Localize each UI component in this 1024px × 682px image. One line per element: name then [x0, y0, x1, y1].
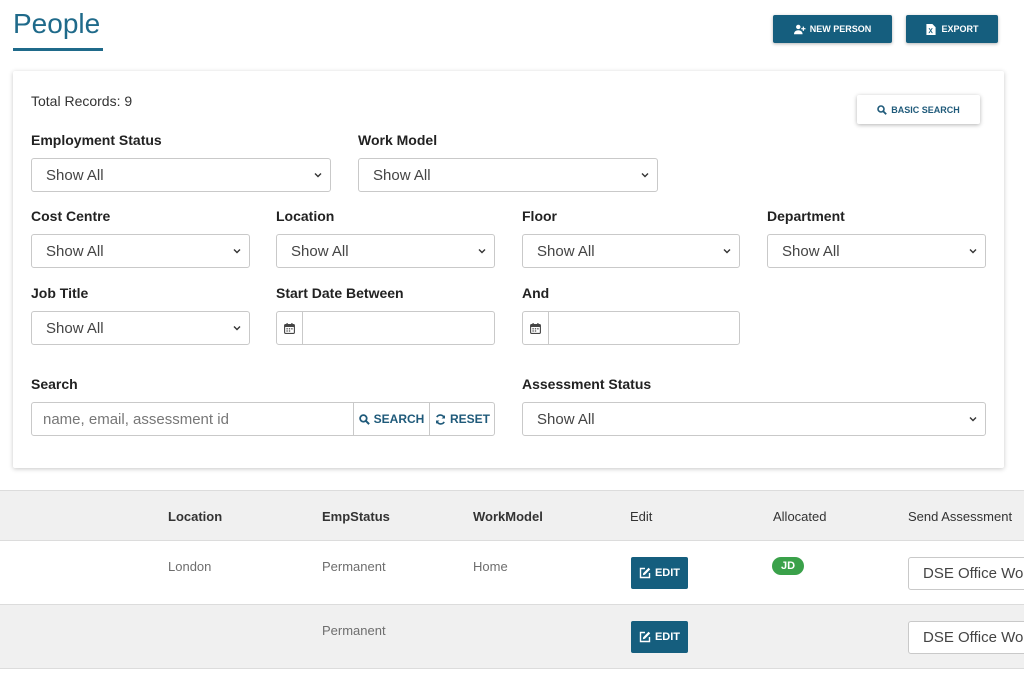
cell-location: London: [168, 559, 212, 574]
location-select[interactable]: Show All: [276, 234, 495, 268]
total-records: Total Records: 9: [31, 93, 133, 109]
edit-icon: [639, 567, 651, 579]
chevron-down-icon: [969, 417, 977, 422]
employment-status-value: Show All: [46, 166, 104, 184]
column-header-workmodel[interactable]: WorkModel: [473, 509, 543, 524]
location-value: Show All: [291, 242, 349, 260]
edit-label: EDIT: [654, 631, 681, 643]
cost-centre-value: Show All: [46, 242, 104, 260]
job-title-value: Show All: [46, 319, 104, 337]
end-date-label: And: [522, 285, 550, 301]
chevron-down-icon: [314, 173, 322, 178]
allocated-badge: JD: [772, 557, 804, 575]
new-person-label: NEW PERSON: [809, 24, 872, 34]
assessment-status-value: Show All: [537, 410, 595, 428]
chevron-down-icon: [723, 249, 731, 254]
location-label: Location: [276, 208, 335, 224]
work-model-label: Work Model: [358, 132, 438, 148]
reset-button[interactable]: RESET: [429, 403, 495, 435]
search-icon: [358, 413, 370, 425]
column-header-allocated: Allocated: [773, 509, 827, 524]
floor-value: Show All: [537, 242, 595, 260]
column-header-send-assessment: Send Assessment: [908, 509, 1013, 524]
department-label: Department: [767, 208, 845, 224]
filter-panel: Total Records: 9 BASIC SEARCH Employment…: [13, 71, 1004, 468]
chevron-down-icon: [233, 249, 241, 254]
search-button-label: SEARCH: [373, 412, 425, 426]
assessment-status-select[interactable]: Show All: [522, 402, 986, 436]
reset-button-label: RESET: [449, 412, 490, 426]
chevron-down-icon: [969, 249, 977, 254]
chevron-down-icon: [478, 249, 486, 254]
new-person-button[interactable]: NEW PERSON: [773, 15, 892, 43]
basic-search-button[interactable]: BASIC SEARCH: [857, 95, 980, 124]
basic-search-label: BASIC SEARCH: [891, 104, 960, 115]
calendar-icon[interactable]: [523, 312, 549, 344]
column-header-location[interactable]: Location: [168, 509, 222, 524]
cost-centre-select[interactable]: Show All: [31, 234, 250, 268]
title-underline: [13, 48, 103, 51]
employment-status-label: Employment Status: [31, 132, 162, 148]
search-group: SEARCH RESET: [31, 402, 495, 436]
send-assessment-select[interactable]: DSE Office Worker: [908, 557, 1024, 590]
export-label: EXPORT: [941, 24, 979, 34]
column-header-edit: Edit: [630, 509, 653, 524]
job-title-label: Job Title: [31, 285, 89, 301]
work-model-select[interactable]: Show All: [358, 158, 658, 192]
department-select[interactable]: Show All: [767, 234, 986, 268]
chevron-down-icon: [233, 326, 241, 331]
edit-label: EDIT: [654, 567, 681, 579]
department-value: Show All: [782, 242, 840, 260]
search-button[interactable]: SEARCH: [353, 403, 429, 435]
floor-select[interactable]: Show All: [522, 234, 740, 268]
floor-label: Floor: [522, 208, 557, 224]
table-header: Location EmpStatus WorkModel Edit Alloca…: [0, 490, 1024, 541]
search-label: Search: [31, 376, 78, 392]
add-user-icon: [793, 24, 806, 34]
employment-status-select[interactable]: Show All: [31, 158, 331, 192]
cell-empstatus: Permanent: [322, 559, 386, 574]
refresh-icon: [435, 413, 445, 425]
end-date-field[interactable]: [522, 311, 740, 345]
search-icon: [877, 104, 888, 115]
table-row: Permanent EDIT DSE Office Worker: [0, 605, 1024, 669]
chevron-down-icon: [641, 173, 649, 178]
cell-empstatus: Permanent: [322, 623, 386, 638]
send-assessment-select[interactable]: DSE Office Worker: [908, 621, 1024, 654]
search-input[interactable]: [32, 403, 353, 435]
start-date-label: Start Date Between: [276, 285, 404, 301]
excel-file-icon: [926, 23, 937, 35]
start-date-field[interactable]: [276, 311, 495, 345]
edit-button[interactable]: EDIT: [631, 621, 688, 653]
cost-centre-label: Cost Centre: [31, 208, 111, 224]
cell-workmodel: Home: [473, 559, 508, 574]
calendar-icon[interactable]: [277, 312, 303, 344]
page-title: People: [13, 8, 101, 39]
column-header-empstatus[interactable]: EmpStatus: [322, 509, 390, 524]
edit-icon: [639, 631, 651, 643]
table-row: London Permanent Home EDIT JD DSE Office…: [0, 541, 1024, 605]
edit-button[interactable]: EDIT: [631, 557, 688, 589]
work-model-value: Show All: [373, 166, 431, 184]
assessment-status-label: Assessment Status: [522, 376, 652, 392]
job-title-select[interactable]: Show All: [31, 311, 250, 345]
export-button[interactable]: EXPORT: [906, 15, 998, 43]
